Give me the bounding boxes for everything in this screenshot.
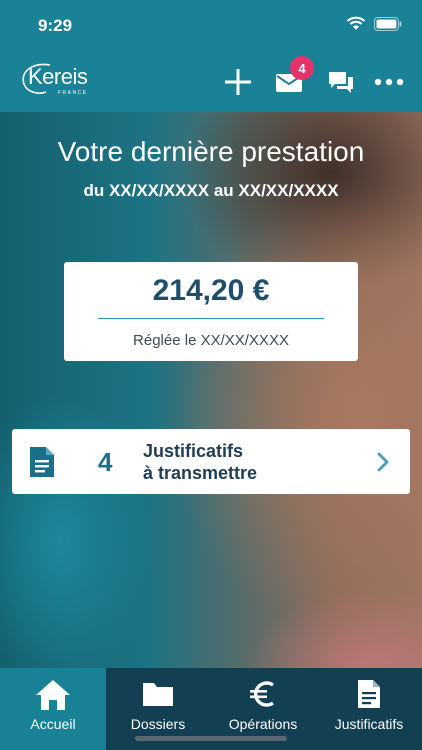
pending-documents-label: Justificatifs à transmettre bbox=[143, 440, 257, 484]
pending-documents-card[interactable]: 4 Justificatifs à transmettre bbox=[12, 429, 410, 494]
tab-justificatifs[interactable]: Justificatifs bbox=[316, 668, 422, 750]
tab-accueil-label: Accueil bbox=[30, 716, 76, 732]
chat-button[interactable] bbox=[326, 66, 358, 98]
folder-icon bbox=[143, 683, 173, 706]
tab-operations-label: Opérations bbox=[228, 716, 298, 732]
battery-icon bbox=[374, 16, 402, 31]
payment-amount: 214,20 € bbox=[152, 274, 270, 307]
chevron-right-icon bbox=[377, 452, 389, 472]
more-dots-icon bbox=[374, 78, 404, 86]
status-time: 9:29 bbox=[38, 16, 73, 35]
document-icon bbox=[358, 680, 380, 708]
app-header: Kereis FRANCE bbox=[0, 52, 422, 112]
amount-divider bbox=[98, 318, 324, 319]
pending-documents-count: 4 bbox=[98, 447, 113, 477]
status-icons bbox=[346, 16, 402, 31]
euro-icon bbox=[250, 681, 274, 707]
last-payment-card[interactable]: 214,20 € Réglée le XX/XX/XXXX bbox=[64, 262, 358, 361]
tab-justificatifs-label: Justificatifs bbox=[334, 716, 404, 732]
wifi-icon bbox=[346, 16, 366, 30]
home-indicator[interactable] bbox=[135, 736, 287, 741]
add-button[interactable] bbox=[222, 66, 254, 98]
pending-documents-label-line2: à transmettre bbox=[143, 463, 258, 483]
pending-documents-label-line1: Justificatifs bbox=[143, 441, 244, 461]
document-icon bbox=[30, 447, 54, 477]
payment-status: Réglée le XX/XX/XXXX bbox=[133, 332, 289, 349]
tab-dossiers-label: Dossiers bbox=[130, 716, 186, 732]
tab-accueil[interactable]: Accueil bbox=[0, 668, 106, 750]
chat-icon bbox=[329, 72, 353, 93]
hero-title: Votre dernière prestation bbox=[57, 136, 365, 167]
kereis-logo: Kereis FRANCE bbox=[20, 60, 100, 102]
status-bar: 9:29 bbox=[0, 0, 422, 52]
messages-badge: 4 bbox=[290, 56, 314, 80]
hero-dates: du XX/XX/XXXX au XX/XX/XXXX bbox=[83, 181, 339, 200]
logo-subtext: FRANCE bbox=[58, 90, 88, 96]
logo-text: Kereis bbox=[28, 64, 88, 89]
plus-icon bbox=[225, 69, 251, 95]
more-button[interactable] bbox=[372, 66, 404, 98]
home-icon bbox=[36, 680, 70, 710]
